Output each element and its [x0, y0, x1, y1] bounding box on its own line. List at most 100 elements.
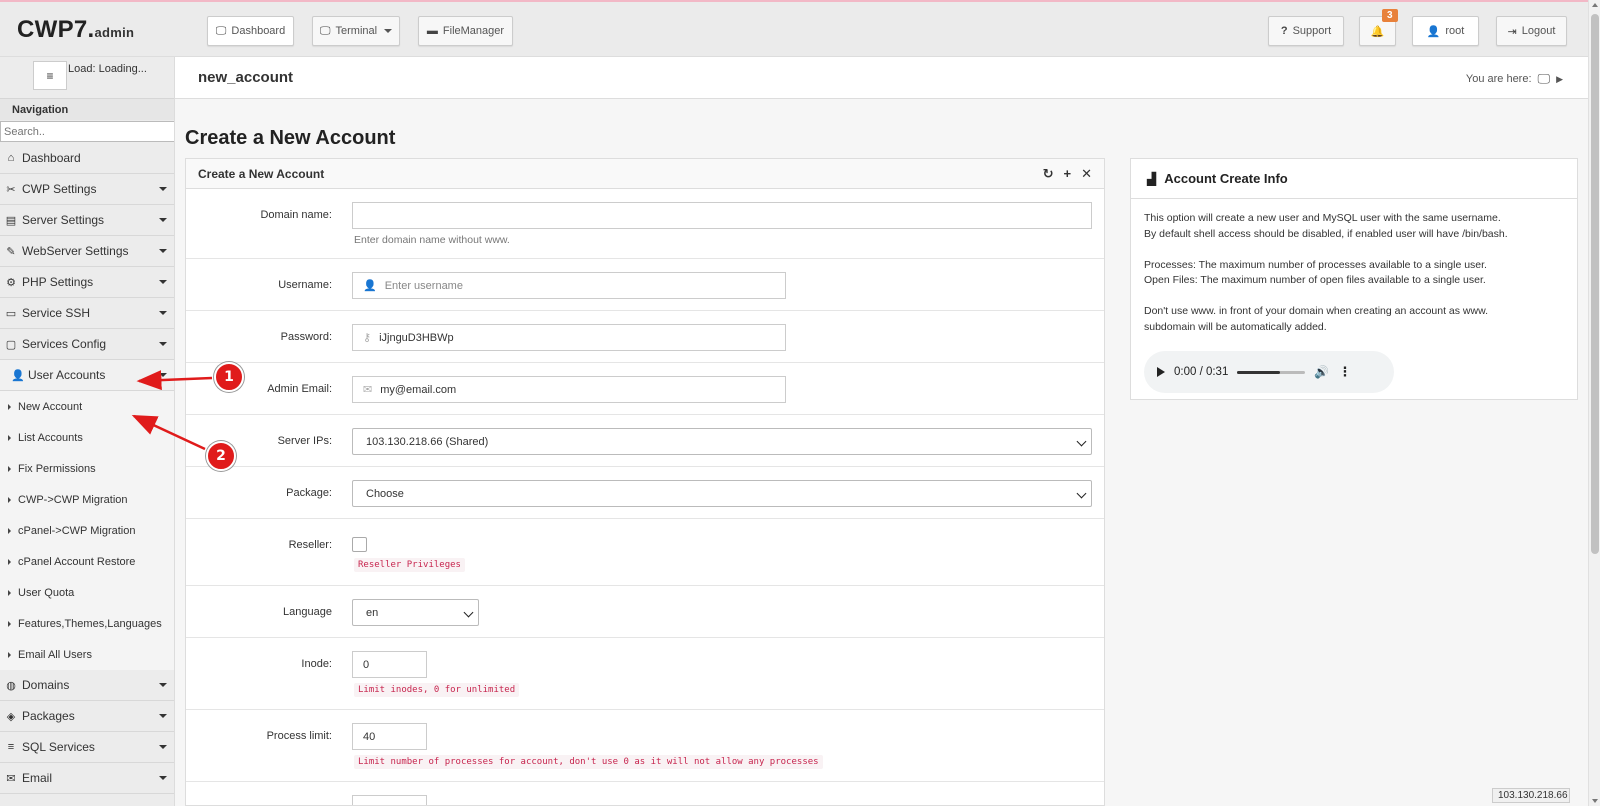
sidebar-item-services-config[interactable]: ▢ Services Config — [0, 329, 174, 360]
submenu-item-user-quota[interactable]: User Quota — [0, 577, 174, 608]
language-row: Language en — [186, 586, 1104, 638]
sidebar-item-domains[interactable]: ◍ Domains — [0, 670, 174, 701]
inode-input[interactable]: 0 — [352, 651, 427, 678]
submenu-item-cwp-migration[interactable]: CWP->CWP Migration — [0, 484, 174, 515]
sidebar-item-packages[interactable]: ◈ Packages — [0, 701, 174, 732]
info-text: Don't use www. in front of your domain w… — [1144, 305, 1489, 317]
logout-button[interactable]: ⇥ Logout — [1496, 16, 1567, 46]
chevron-down-icon — [159, 683, 167, 687]
sidebar-item-label: Service SSH — [22, 306, 91, 320]
audio-player: 0:00 / 0:31 🔊 ⋮ — [1144, 351, 1394, 393]
close-icon[interactable]: ✕ — [1081, 166, 1092, 182]
sidebar-item-label: Dashboard — [22, 151, 81, 165]
next-field-input[interactable] — [352, 795, 427, 805]
play-icon[interactable] — [1157, 367, 1165, 377]
info-text: This option will create a new user and M… — [1144, 212, 1501, 224]
package-row: Package: Choose — [186, 467, 1104, 519]
sidebar-item-cwp-settings[interactable]: ✂ CWP Settings — [0, 174, 174, 205]
breadcrumb-label: You are here: — [1465, 73, 1532, 85]
user-menu-button[interactable]: 👤 root — [1412, 16, 1479, 46]
chevron-down-icon — [1076, 436, 1087, 447]
sidebar-item-sql-services[interactable]: ≡ SQL Services — [0, 732, 174, 763]
page-heading: Create a New Account — [185, 127, 396, 149]
process-limit-row: Process limit: 40 Limit number of proces… — [186, 710, 1104, 782]
sidebar-item-webserver-settings[interactable]: ✎ WebServer Settings — [0, 236, 174, 267]
info-text: subdomain will be automatically added. — [1144, 320, 1327, 333]
sidebar-item-server-settings[interactable]: ▤ Server Settings — [0, 205, 174, 236]
domain-row: Domain name: Enter domain name without w… — [186, 189, 1104, 259]
reseller-row: Reseller: Reseller Privileges — [186, 519, 1104, 586]
email-row: Admin Email: ✉ my@email.com — [186, 363, 1104, 415]
submenu-item-email-all-users[interactable]: Email All Users — [0, 639, 174, 670]
password-input[interactable]: ⚷ iJjnguD3HBWp — [352, 324, 786, 351]
username-placeholder: Enter username — [384, 279, 463, 292]
sidebar-item-service-ssh[interactable]: ▭ Service SSH — [0, 298, 174, 329]
sidebar-item-dashboard[interactable]: ⌂ Dashboard — [0, 143, 174, 174]
scroll-down-icon[interactable] — [1592, 799, 1598, 803]
database-icon: ≡ — [46, 68, 54, 83]
brand-logo[interactable]: CWP7.admin — [17, 16, 134, 44]
domain-input[interactable] — [352, 202, 1092, 229]
password-row: Password: ⚷ iJjnguD3HBWp — [186, 311, 1104, 363]
page-title: new_account — [198, 69, 294, 86]
monitor-icon: 🖵 — [319, 24, 331, 37]
sidebar-item-label: Domains — [22, 678, 70, 692]
server-load-button[interactable]: ≡ — [33, 61, 67, 90]
domain-help-text: Enter domain name without www. — [354, 234, 510, 246]
chevron-down-icon — [159, 187, 167, 191]
package-select[interactable]: Choose — [352, 480, 1092, 507]
audio-progress-slider[interactable] — [1237, 370, 1306, 374]
panel-header: Create a New Account ↻ + ✕ — [186, 159, 1104, 189]
sidebar-item-label: Services Config — [22, 337, 107, 351]
chevron-down-icon — [159, 373, 167, 377]
inode-label: Inode: — [301, 658, 332, 670]
info-text: Processes: The maximum number of process… — [1144, 258, 1487, 271]
info-panel-header: ▟ Account Create Info — [1131, 159, 1577, 199]
navigation-header: Navigation — [0, 98, 174, 120]
submenu-item-cpanel-migration[interactable]: cPanel->CWP Migration — [0, 515, 174, 546]
more-vertical-icon[interactable]: ⋮ — [1338, 364, 1351, 380]
sidebar-item-user-accounts[interactable]: 👤 User Accounts — [0, 360, 174, 391]
volume-icon[interactable]: 🔊 — [1314, 365, 1329, 379]
submenu-item-new-account[interactable]: New Account — [0, 391, 174, 422]
language-label: Language — [283, 606, 332, 618]
server-ips-select[interactable]: 103.130.218.66 (Shared) — [352, 428, 1092, 455]
terminal-button[interactable]: 🖵 Terminal — [312, 16, 400, 46]
scrollbar-thumb[interactable] — [1591, 14, 1599, 554]
submenu-item-features-themes[interactable]: Features,Themes,Languages — [0, 608, 174, 639]
globe-icon: ◍ — [6, 679, 16, 692]
caret-right-icon — [8, 496, 11, 503]
submenu-item-fix-permissions[interactable]: Fix Permissions — [0, 453, 174, 484]
plus-icon[interactable]: + — [1064, 166, 1072, 182]
dashboard-button[interactable]: 🖵 Dashboard — [207, 16, 294, 46]
sidebar-item-email[interactable]: ✉ Email — [0, 763, 174, 794]
reseller-checkbox[interactable] — [352, 537, 367, 552]
cubes-icon: ◈ — [6, 710, 16, 723]
nav-list: ⌂ Dashboard ✂ CWP Settings ▤ Server Setting… — [0, 143, 174, 794]
sidebar-item-php-settings[interactable]: ⚙ PHP Settings — [0, 267, 174, 298]
feather-icon: ✎ — [6, 245, 16, 258]
refresh-icon[interactable]: ↻ — [1043, 166, 1054, 182]
filemanager-button[interactable]: ▬ FileManager — [418, 16, 513, 46]
logout-button-label: Logout — [1521, 25, 1556, 37]
filemanager-button-label: FileManager — [442, 25, 505, 37]
monitor-icon[interactable]: 🖵 — [1538, 71, 1551, 87]
password-label: Password: — [280, 331, 332, 343]
username-label: Username: — [278, 279, 332, 291]
email-input[interactable]: ✉ my@email.com — [352, 376, 786, 403]
server-icon: ▤ — [5, 214, 17, 227]
process-limit-input[interactable]: 40 — [352, 723, 427, 750]
next-row — [186, 782, 1104, 805]
support-button[interactable]: ? Support — [1268, 16, 1344, 46]
annotation-marker-1: 1 — [214, 362, 244, 392]
sidebar-item-label: Packages — [22, 709, 75, 723]
scroll-up-icon[interactable] — [1592, 3, 1598, 7]
submenu-item-list-accounts[interactable]: List Accounts — [0, 422, 174, 453]
user-name: root — [1445, 25, 1465, 37]
nav-search-input[interactable] — [0, 121, 174, 142]
page-scrollbar[interactable] — [1588, 0, 1600, 806]
username-input[interactable]: 👤 Enter username — [352, 272, 786, 299]
question-icon: ? — [1280, 25, 1288, 37]
language-select[interactable]: en — [352, 599, 479, 626]
submenu-item-cpanel-restore[interactable]: cPanel Account Restore — [0, 546, 174, 577]
